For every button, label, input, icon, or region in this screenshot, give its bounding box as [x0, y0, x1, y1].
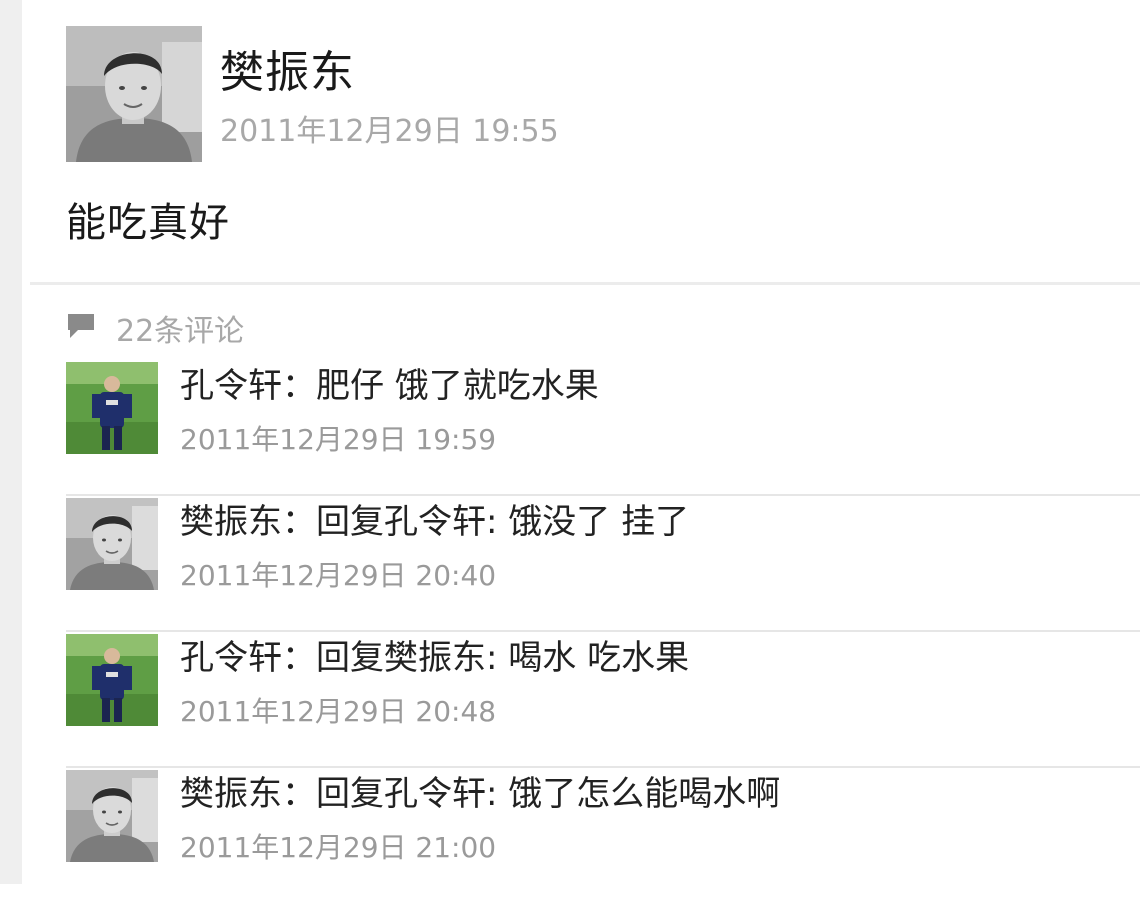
comment-text: 樊振东：回复孔令轩: 饿了怎么能喝水啊 — [180, 766, 780, 815]
left-rail — [0, 0, 22, 884]
commenter-avatar[interactable] — [66, 770, 158, 862]
name-separator: ： — [282, 502, 316, 542]
weibo-post: 樊振东 2011年12月29日 19:55 能吃真好 22条评论 孔令轩：肥仔 … — [22, 0, 1140, 884]
comment-body: 回复孔令轩: 饿没了 挂了 — [316, 502, 690, 542]
comment-count-label: 22条评论 — [116, 314, 245, 349]
comment-text: 孔令轩：回复樊振东: 喝水 吃水果 — [180, 630, 689, 679]
post-timestamp: 2011年12月29日 19:55 — [220, 114, 559, 149]
comment-text: 孔令轩：肥仔 饿了就吃水果 — [180, 358, 599, 407]
commenter-name[interactable]: 樊振东 — [180, 502, 282, 542]
speech-bubble-icon — [66, 312, 96, 340]
commenter-name[interactable]: 孔令轩 — [180, 638, 282, 678]
author-name[interactable]: 樊振东 — [220, 36, 355, 100]
commenter-avatar[interactable] — [66, 634, 158, 726]
name-separator: ： — [282, 638, 316, 678]
commenter-name[interactable]: 樊振东 — [180, 774, 282, 814]
author-avatar[interactable] — [66, 26, 202, 162]
commenter-avatar[interactable] — [66, 362, 158, 454]
comment-timestamp: 2011年12月29日 19:59 — [180, 423, 497, 456]
commenter-avatar[interactable] — [66, 498, 158, 590]
comment-item: 樊振东：回复孔令轩: 饿没了 挂了 2011年12月29日 20:40 — [66, 498, 1140, 632]
comment-item: 孔令轩：肥仔 饿了就吃水果 2011年12月29日 19:59 — [66, 362, 1140, 496]
comment-timestamp: 2011年12月29日 20:40 — [180, 559, 497, 592]
comment-timestamp: 2011年12月29日 20:48 — [180, 695, 497, 728]
post-content: 能吃真好 — [66, 200, 230, 246]
comment-body: 肥仔 饿了就吃水果 — [316, 366, 599, 406]
name-separator: ： — [282, 366, 316, 406]
section-divider — [30, 282, 1140, 285]
commenter-name[interactable]: 孔令轩 — [180, 366, 282, 406]
comment-timestamp: 2011年12月29日 21:00 — [180, 831, 497, 864]
comment-item: 孔令轩：回复樊振东: 喝水 吃水果 2011年12月29日 20:48 — [66, 634, 1140, 768]
comment-text: 樊振东：回复孔令轩: 饿没了 挂了 — [180, 494, 689, 543]
name-separator: ： — [282, 774, 316, 814]
comment-body: 回复樊振东: 喝水 吃水果 — [316, 638, 690, 678]
comment-body: 回复孔令轩: 饿了怎么能喝水啊 — [316, 774, 781, 814]
